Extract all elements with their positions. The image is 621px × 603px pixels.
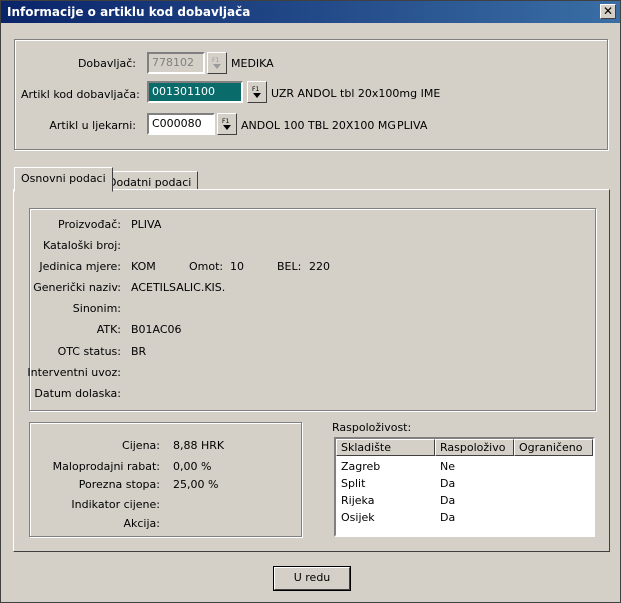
price-indicator-label: Indikator cijene: [71, 498, 160, 511]
price-value: 8,88 HRK [173, 439, 225, 452]
atk-label: ATK: [96, 323, 121, 336]
interventional-import-label: Interventni uvoz: [27, 366, 121, 379]
warehouse-cell: Split [341, 477, 366, 490]
bel-value: 220 [309, 260, 330, 273]
otc-status-value: BR [131, 345, 147, 358]
availability-list[interactable]: Skladište Raspoloživo Ograničeno Zagreb … [334, 437, 595, 537]
supplier-article-label: Artikl kod dobavljača: [21, 88, 140, 101]
dialog-window: Informacije o artiklu kod dobavljača ✕ D… [0, 0, 621, 603]
window-title: Informacije o artiklu kod dobavljača [7, 5, 251, 19]
availability-title: Raspoloživost: [332, 421, 412, 434]
pharmacy-article-name: ANDOL 100 TBL 20X100 MG [241, 119, 396, 132]
manufacturer-label: Proizvođač: [58, 218, 121, 231]
tab-basic-data[interactable]: Osnovni podaci [14, 167, 113, 192]
warehouse-cell: Zagreb [341, 460, 381, 473]
f1-lookup-icon: F1 [252, 86, 261, 98]
svg-text:F1: F1 [222, 118, 229, 125]
available-cell: Da [440, 477, 456, 490]
f1-lookup-icon: F1 [222, 118, 231, 130]
supplier-label: Dobavljač: [77, 57, 136, 70]
bel-label: BEL: [277, 260, 302, 273]
atk-value: B01AC06 [131, 323, 182, 336]
available-cell: Ne [440, 460, 455, 473]
ok-button[interactable]: U redu [274, 567, 350, 590]
tax-rate-value: 25,00 % [173, 478, 219, 491]
supplier-code-field[interactable]: 778102 [147, 52, 205, 74]
generic-name-value: ACETILSALIC.KIS. [131, 281, 226, 294]
unit-label: Jedinica mjere: [39, 260, 121, 273]
arrival-date-label: Datum dolaska: [34, 387, 121, 400]
catalog-no-label: Kataloški broj: [42, 239, 121, 252]
supplier-lookup-button[interactable]: F1 [207, 52, 227, 74]
retail-discount-value: 0,00 % [173, 460, 212, 473]
action-label: Akcija: [123, 517, 160, 530]
svg-text:F1: F1 [252, 86, 259, 93]
pharmacy-article-label: Artikl u ljekarni: [49, 119, 136, 132]
pharmacy-article-manufacturer: PLIVA [397, 119, 428, 132]
close-icon: ✕ [602, 4, 614, 18]
pharmacy-article-lookup-button[interactable]: F1 [217, 113, 237, 135]
pack-label: Omot: [189, 260, 224, 273]
available-cell: Da [440, 494, 456, 507]
manufacturer-value: PLIVA [131, 218, 162, 231]
f1-lookup-icon: F1 [212, 57, 221, 69]
title-bar[interactable]: Informacije o artiklu kod dobavljača ✕ [1, 1, 620, 23]
warehouse-cell: Rijeka [341, 494, 375, 507]
synonym-label: Sinonim: [72, 302, 121, 315]
svg-text:F1: F1 [212, 57, 219, 64]
warehouse-cell: Osijek [341, 511, 375, 524]
otc-status-label: OTC status: [57, 345, 121, 358]
supplier-name: MEDIKA [231, 57, 274, 70]
supplier-article-name: UZR ANDOL tbl 20x100mg IME [271, 87, 441, 100]
close-button[interactable]: ✕ [600, 4, 616, 19]
pharmacy-article-code-field[interactable]: C000080 [147, 113, 215, 135]
retail-discount-label: Maloprodajni rabat: [52, 460, 160, 473]
supplier-article-lookup-button[interactable]: F1 [247, 81, 267, 103]
pack-value: 10 [230, 260, 244, 273]
available-cell: Da [440, 511, 456, 524]
supplier-article-code-field[interactable]: 001301100 [147, 81, 243, 103]
price-label: Cijena: [122, 439, 160, 452]
column-header-restricted[interactable]: Ograničeno [514, 439, 593, 456]
tax-rate-label: Porezna stopa: [78, 478, 160, 491]
generic-name-label: Generički naziv: [33, 281, 121, 294]
column-header-available[interactable]: Raspoloživo [435, 439, 514, 456]
column-header-warehouse[interactable]: Skladište [336, 439, 435, 456]
unit-value: KOM [131, 260, 156, 273]
